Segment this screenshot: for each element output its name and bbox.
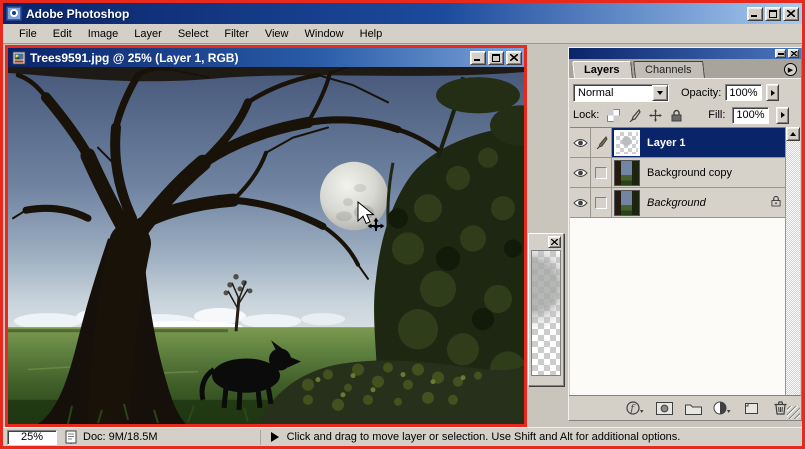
zoom-level-field[interactable]: 25%	[7, 430, 57, 445]
layers-scrollbar[interactable]	[785, 127, 800, 410]
palette-titlebar[interactable]	[569, 48, 801, 59]
layer-row-background-copy[interactable]: Background copy	[570, 158, 787, 188]
doc-size-readout[interactable]: Doc: 9M/18.5M	[83, 431, 158, 443]
layer-name[interactable]: Layer 1	[647, 137, 686, 149]
link-cell[interactable]	[591, 158, 612, 187]
layer-list: Layer 1 Background copy	[570, 127, 787, 395]
status-arrow-icon[interactable]	[271, 432, 279, 442]
menu-bar: File Edit Image Layer Select Filter View…	[3, 24, 802, 44]
layer-name[interactable]: Background copy	[647, 167, 732, 179]
palette-tabs: Layers Channels ▶	[569, 59, 801, 79]
background-thumbnail[interactable]	[614, 190, 640, 216]
workspace: Trees9591.jpg @ 25% (Layer 1, RGB)	[3, 44, 802, 427]
photoshop-app-icon	[6, 6, 22, 21]
document-file-icon	[12, 51, 26, 65]
palette-minimize-button[interactable]	[775, 49, 786, 58]
layer-lock-icon	[771, 195, 781, 210]
menu-window[interactable]: Window	[297, 26, 352, 42]
layers-palette: Layers Channels ▶ Normal Opacity: 100% L…	[568, 47, 802, 421]
lock-label: Lock:	[573, 109, 599, 121]
window-title: Adobe Photoshop	[26, 7, 747, 21]
menu-file[interactable]: File	[11, 26, 45, 42]
lock-all-icon[interactable]	[669, 108, 683, 122]
menu-help[interactable]: Help	[352, 26, 391, 42]
document-titlebar[interactable]: Trees9591.jpg @ 25% (Layer 1, RGB)	[8, 48, 524, 67]
blend-mode-select[interactable]: Normal	[573, 84, 669, 102]
visibility-toggle[interactable]	[570, 188, 591, 217]
floating-close-button[interactable]	[548, 236, 561, 248]
adjustment-layer-icon[interactable]	[712, 400, 732, 417]
opacity-field[interactable]: 100%	[725, 84, 762, 101]
moon	[320, 162, 388, 231]
lock-image-icon[interactable]	[627, 108, 641, 122]
menu-select[interactable]: Select	[170, 26, 217, 42]
blend-dropdown-icon[interactable]	[652, 85, 668, 101]
photo-trees-scene	[8, 67, 524, 424]
layer-row-main[interactable]: Layer 1	[612, 128, 787, 157]
photo-canvas[interactable]	[8, 67, 524, 424]
lock-position-icon[interactable]	[648, 108, 662, 122]
new-layer-icon[interactable]	[741, 400, 761, 417]
minimize-button[interactable]	[747, 7, 763, 21]
status-hint-text: Click and drag to move layer or selectio…	[287, 431, 681, 443]
tab-layers[interactable]: Layers	[572, 61, 633, 78]
layer-row-main[interactable]: Background	[612, 188, 787, 217]
visibility-toggle[interactable]	[570, 158, 591, 187]
lock-fill-row: Lock: Fill: 100%	[569, 103, 801, 125]
menu-image[interactable]: Image	[80, 26, 127, 42]
document-title: Trees9591.jpg @ 25% (Layer 1, RGB)	[30, 51, 470, 65]
blend-mode-value: Normal	[574, 84, 652, 102]
title-bar: Adobe Photoshop	[3, 3, 802, 24]
layer-row-background[interactable]: Background	[570, 188, 787, 218]
layer-style-icon[interactable]: f	[625, 400, 645, 417]
background-copy-thumbnail[interactable]	[614, 160, 640, 186]
blend-opacity-row: Normal Opacity: 100%	[569, 79, 801, 103]
tab-channels-label: Channels	[646, 64, 692, 76]
fill-label: Fill:	[708, 109, 725, 121]
document-size-icon	[65, 430, 77, 444]
palette-close-button[interactable]	[788, 49, 799, 58]
doc-minimize-button[interactable]	[470, 51, 486, 65]
fill-slider-icon[interactable]	[776, 107, 789, 124]
menu-filter[interactable]: Filter	[216, 26, 256, 42]
palette-bottom-bar: f	[569, 395, 801, 420]
opacity-label: Opacity:	[681, 87, 721, 99]
floating-window-titlebar[interactable]	[529, 234, 563, 250]
photoshop-window: Adobe Photoshop File Edit Image Layer Se…	[0, 0, 805, 449]
floating-document-window	[528, 233, 564, 386]
palette-resize-grip[interactable]	[787, 406, 800, 419]
svg-text:f: f	[629, 403, 636, 414]
lock-transparency-icon[interactable]	[606, 108, 620, 122]
new-group-icon[interactable]	[683, 400, 703, 417]
scroll-up-icon[interactable]	[786, 127, 800, 141]
tab-layers-label: Layers	[584, 64, 619, 76]
add-layer-mask-icon[interactable]	[654, 400, 674, 417]
floating-canvas-transparency[interactable]	[531, 250, 561, 376]
document-window: Trees9591.jpg @ 25% (Layer 1, RGB)	[5, 45, 527, 427]
status-bar: 25% Doc: 9M/18.5M Click and drag to move…	[3, 427, 802, 446]
menu-layer[interactable]: Layer	[126, 26, 170, 42]
menu-edit[interactable]: Edit	[45, 26, 80, 42]
layer-row-main[interactable]: Background copy	[612, 158, 787, 187]
layer-name[interactable]: Background	[647, 197, 706, 209]
fill-field[interactable]: 100%	[732, 107, 769, 124]
layer1-thumbnail[interactable]	[614, 130, 640, 156]
doc-close-button[interactable]	[506, 51, 522, 65]
layer-row-layer1[interactable]: Layer 1	[570, 128, 787, 158]
visibility-toggle[interactable]	[570, 128, 591, 157]
status-hint-section: Click and drag to move layer or selectio…	[260, 430, 681, 445]
doc-restore-button[interactable]	[488, 51, 504, 65]
palette-menu-icon[interactable]: ▶	[784, 63, 797, 76]
close-button[interactable]	[783, 7, 799, 21]
opacity-slider-icon[interactable]	[766, 84, 779, 101]
maximize-button[interactable]	[765, 7, 781, 21]
link-cell[interactable]	[591, 188, 612, 217]
menu-view[interactable]: View	[257, 26, 297, 42]
active-brush-icon[interactable]	[591, 128, 612, 157]
tab-channels[interactable]: Channels	[634, 61, 706, 78]
